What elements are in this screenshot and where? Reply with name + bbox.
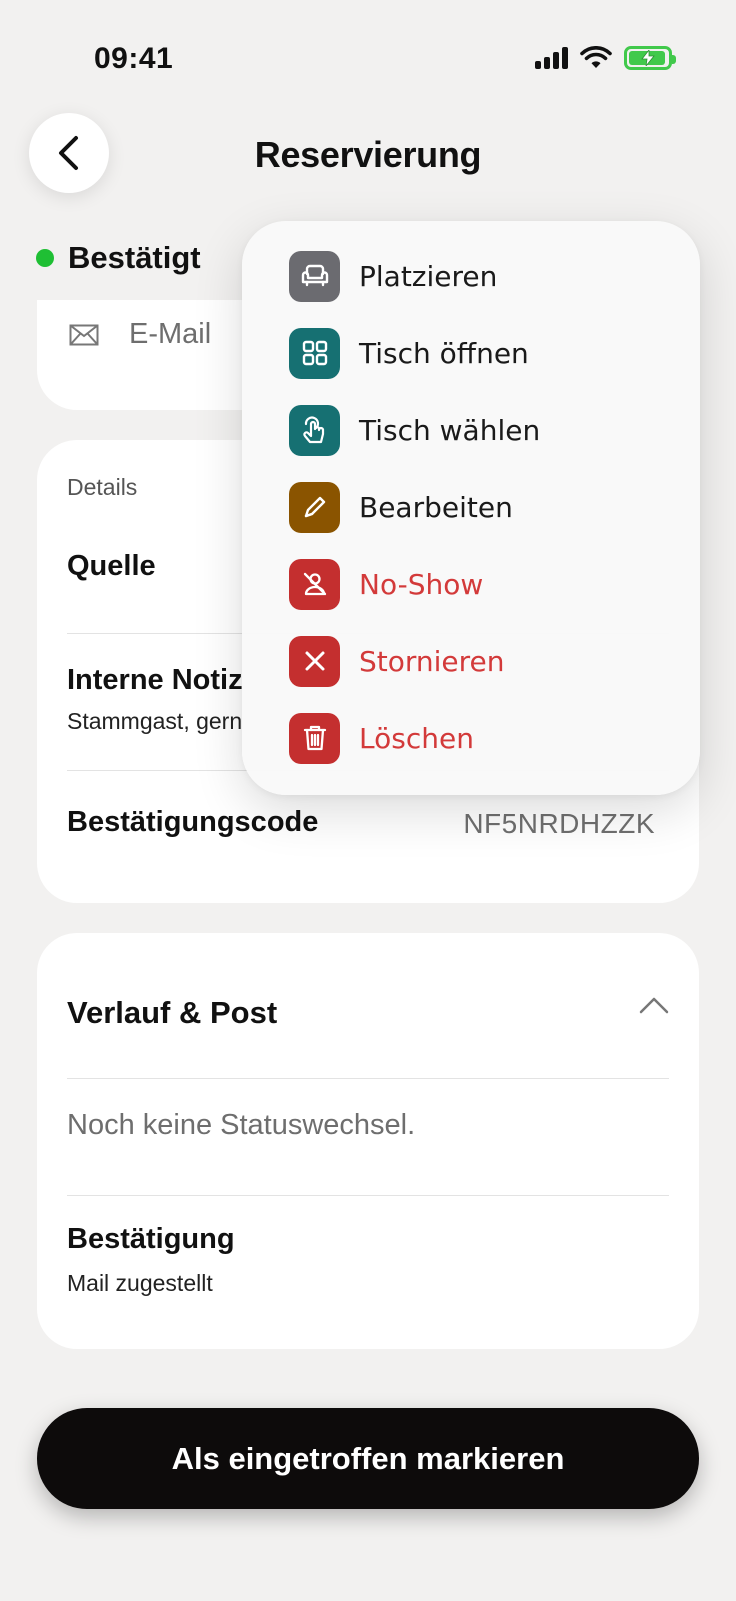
menu-item-label: Bearbeiten — [359, 490, 513, 524]
no-person-icon — [289, 558, 340, 610]
menu-item-tisch-waehlen[interactable]: Tisch wählen — [289, 404, 540, 456]
menu-item-label: Tisch öffnen — [359, 336, 529, 370]
status-label: Bestätigt — [68, 240, 201, 275]
menu-item-label: Löschen — [359, 721, 474, 755]
menu-item-loeschen[interactable]: Löschen — [289, 712, 474, 764]
cellular-signal-icon — [535, 47, 568, 69]
tap-icon — [289, 404, 340, 456]
mail-icon — [69, 324, 99, 345]
page-title: Reservierung — [254, 134, 482, 175]
battery-icon — [624, 46, 676, 70]
menu-item-label: Tisch wählen — [359, 413, 541, 447]
status-time: 09:41 — [94, 42, 174, 75]
menu-item-tisch-oeffnen[interactable]: Tisch öffnen — [289, 327, 529, 379]
status-icons — [535, 46, 676, 70]
context-menu: Platzieren Tisch öffnen Tisch wählen Bea… — [242, 221, 700, 795]
status-dot — [36, 249, 54, 267]
confirmation-code-value: NF5NRDHZZK — [463, 808, 655, 839]
x-icon — [289, 635, 340, 687]
menu-item-bearbeiten[interactable]: Bearbeiten — [289, 481, 513, 533]
confirmation-status: Mail zugestellt — [67, 1270, 213, 1296]
history-title[interactable]: Verlauf & Post — [67, 995, 277, 1031]
divider — [67, 1078, 669, 1079]
armchair-icon — [289, 250, 340, 302]
reservation-status: Bestätigt — [36, 240, 201, 276]
status-bar: 09:41 — [0, 0, 736, 120]
pencil-icon — [289, 481, 340, 533]
internal-note-label[interactable]: Interne Notiz — [67, 664, 243, 697]
details-section-label: Details — [67, 474, 138, 500]
confirmation-label: Bestätigung — [67, 1223, 235, 1255]
grid-icon — [289, 327, 340, 379]
menu-item-platzieren[interactable]: Platzieren — [289, 250, 497, 302]
source-label[interactable]: Quelle — [67, 550, 156, 583]
divider — [67, 1195, 669, 1196]
history-empty-text: Noch keine Statuswechsel. — [67, 1109, 416, 1141]
internal-note-value: Stammgast, gern — [67, 708, 243, 734]
history-card: Verlauf & Post Noch keine Statuswechsel.… — [37, 933, 699, 1349]
menu-item-label: No-Show — [359, 567, 484, 601]
menu-item-no-show[interactable]: No-Show — [289, 558, 483, 610]
menu-item-label: Platzieren — [359, 259, 498, 293]
confirmation-code-label: Bestätigungscode — [67, 806, 319, 838]
menu-item-stornieren[interactable]: Stornieren — [289, 635, 505, 687]
chevron-up-icon[interactable] — [639, 995, 669, 1015]
mark-arrived-button[interactable]: Als eingetroffen markieren — [37, 1408, 699, 1509]
email-label: E-Mail — [129, 318, 212, 350]
email-row[interactable]: E-Mail — [69, 318, 211, 351]
trash-icon — [289, 712, 340, 764]
wifi-icon — [580, 46, 612, 68]
menu-item-label: Stornieren — [359, 644, 505, 678]
